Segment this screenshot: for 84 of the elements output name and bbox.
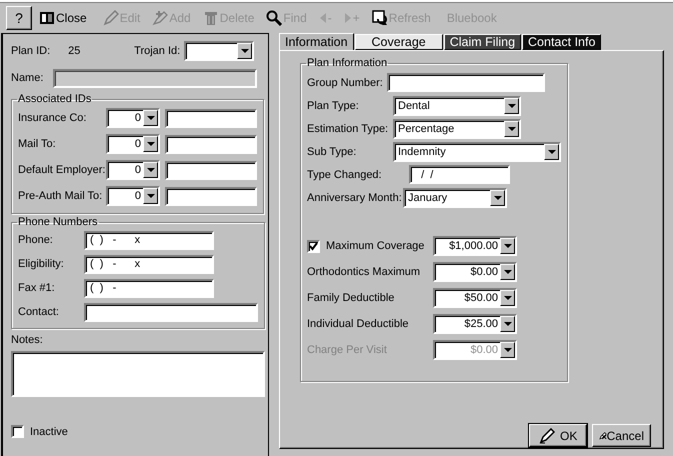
field-label: Eligibility:	[18, 258, 65, 270]
dropdown[interactable]: Indemnity	[393, 142, 561, 162]
text-field[interactable]: ( ) -	[84, 278, 214, 298]
caret-icon	[240, 49, 249, 53]
text-field[interactable]: ( ) - x	[84, 254, 214, 274]
amount-dropdown[interactable]: $1,000.00	[433, 236, 517, 256]
field-label: Individual Deductible	[307, 318, 410, 330]
id-dropdown[interactable]: 0	[106, 108, 160, 128]
dropdown[interactable]: Dental	[393, 96, 521, 116]
trojan-id-dropdown[interactable]	[184, 41, 254, 61]
tab[interactable]: Contact Info	[522, 34, 602, 50]
text-field[interactable]	[165, 160, 257, 180]
notes-label: Notes:	[11, 334, 44, 348]
dropdown[interactable]: Percentage	[393, 118, 521, 138]
id-dropdown[interactable]: 0	[106, 186, 160, 206]
field-label: Insurance Co:	[18, 112, 88, 124]
name-label: Name:	[11, 72, 44, 84]
field-label: Plan Type:	[307, 100, 360, 112]
text-field[interactable]	[386, 73, 545, 92]
right-triangle-icon	[344, 12, 352, 24]
ok-button[interactable]: OK	[529, 424, 587, 447]
field-label: Anniversary Month:	[307, 192, 403, 204]
field-label: Type Changed:	[307, 168, 383, 180]
field-label: Default Employer:	[18, 164, 106, 176]
amount-dropdown[interactable]: $50.00	[433, 288, 517, 308]
text-field[interactable]: / /	[409, 165, 510, 184]
amount-dropdown[interactable]: $25.00	[433, 314, 517, 334]
text-field[interactable]	[165, 186, 257, 206]
pencil-icon	[538, 428, 555, 444]
field-label: Sub Type:	[307, 146, 358, 158]
trojan-id-label: Trojan Id:	[134, 45, 180, 57]
amount-dropdown[interactable]: $0.00	[433, 262, 517, 282]
field-label: Family Deductible	[307, 292, 396, 304]
text-field[interactable]: ( ) - x	[84, 230, 214, 250]
field-label: Maximum Coverage	[326, 240, 426, 252]
search-icon	[266, 10, 282, 26]
help-button[interactable]: ?	[6, 6, 32, 30]
field-label: Orthodontics Maximum	[307, 266, 422, 278]
text-field[interactable]	[165, 108, 257, 128]
inactive-label: Inactive	[30, 426, 68, 438]
field-label: Fax #1:	[18, 282, 56, 294]
caret-icon	[504, 322, 512, 326]
field-label: Mail To:	[18, 138, 57, 150]
field-label: Charge Per Visit	[307, 344, 388, 356]
caret-icon	[504, 348, 512, 352]
caret-icon	[504, 296, 512, 300]
caret-icon	[508, 126, 516, 130]
refresh-icon	[372, 10, 388, 26]
caret-icon	[146, 194, 154, 198]
group-title: Phone Numbers	[17, 216, 98, 228]
text-field[interactable]	[84, 302, 258, 322]
pencil-icon	[102, 10, 119, 26]
caret-icon	[548, 150, 556, 154]
id-dropdown[interactable]: 0	[106, 134, 160, 154]
left-triangle-icon	[318, 12, 327, 24]
caret-icon	[494, 196, 502, 200]
tab[interactable]: Information	[279, 33, 354, 50]
caret-icon	[504, 270, 512, 274]
group-title: Plan Information	[306, 57, 388, 69]
checkbox[interactable]	[307, 240, 320, 252]
caret-icon	[146, 116, 154, 120]
text-field[interactable]	[165, 134, 257, 154]
dropdown[interactable]: January	[403, 188, 507, 208]
add-icon	[152, 10, 168, 26]
field-label: Group Number:	[307, 76, 383, 88]
cancel-button[interactable]: Cancel	[592, 424, 651, 447]
tab[interactable]: Coverage	[354, 34, 443, 50]
door-icon	[39, 10, 55, 26]
caret-icon	[504, 244, 512, 248]
field-label: Estimation Type:	[307, 122, 390, 134]
caret-icon	[508, 104, 516, 108]
tab[interactable]: Claim Filing	[444, 34, 522, 50]
group-title: Associated IDs	[17, 93, 92, 105]
trash-icon	[202, 10, 219, 26]
field-label: Phone:	[18, 234, 54, 246]
field-label: Contact:	[18, 306, 60, 318]
notes-field[interactable]	[11, 351, 265, 397]
caret-icon	[146, 168, 154, 172]
caret-icon	[146, 142, 154, 146]
close-button[interactable]: Close	[34, 6, 92, 30]
plan-id-value: 25	[68, 45, 82, 57]
plan-id-label: Plan ID:	[11, 45, 50, 57]
id-dropdown[interactable]: 0	[106, 160, 160, 180]
field-label: Pre-Auth Mail To:	[18, 190, 104, 202]
